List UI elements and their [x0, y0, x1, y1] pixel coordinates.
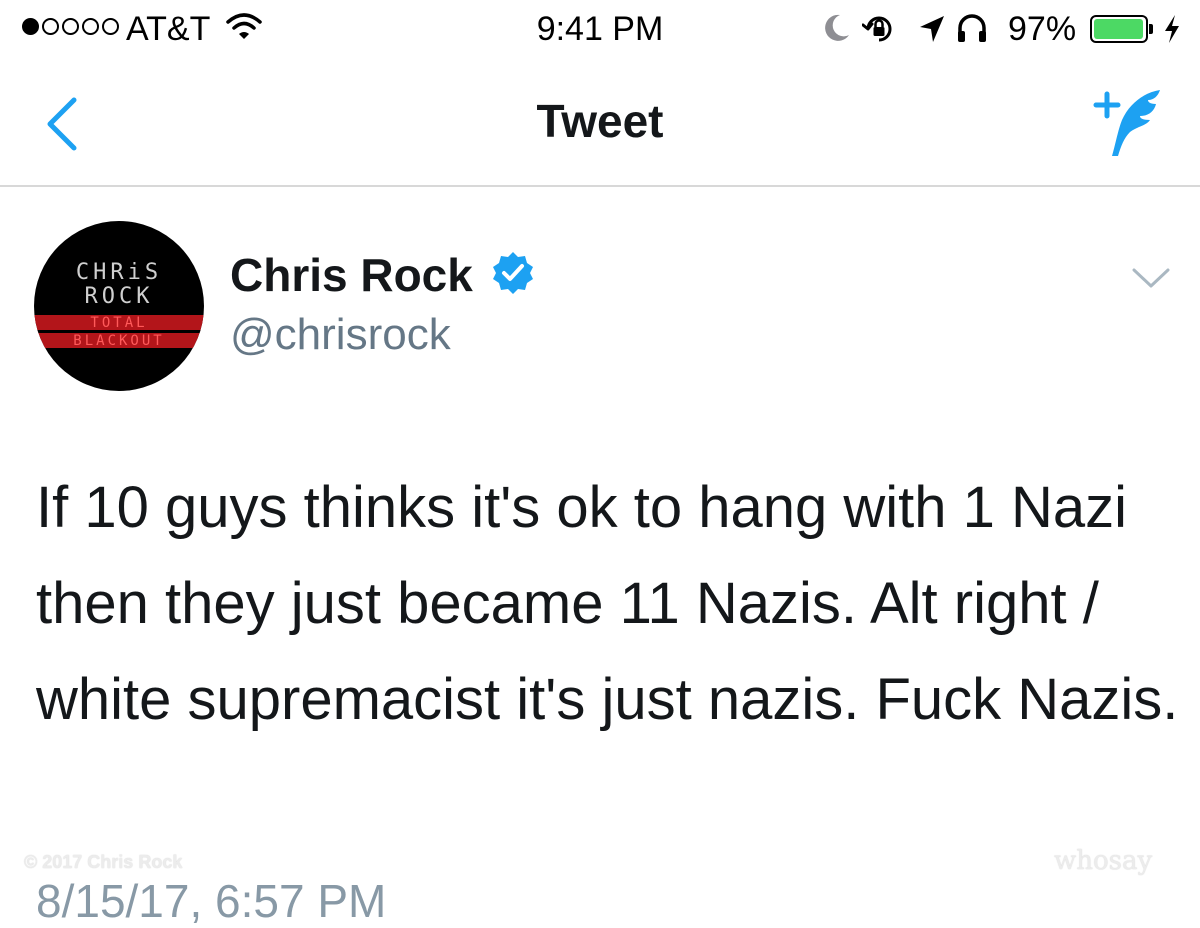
avatar-text: ROCK	[84, 284, 154, 309]
tweet-timestamp: 8/15/17, 6:57 PM	[36, 875, 387, 927]
rotation-lock-icon	[861, 12, 896, 51]
compose-tweet-button[interactable]	[1090, 86, 1170, 160]
verified-badge-icon	[490, 250, 536, 301]
moon-icon	[823, 13, 851, 48]
page-title: Tweet	[536, 95, 664, 147]
battery-percentage: 97%	[1008, 10, 1077, 48]
battery-terminal	[1149, 24, 1153, 34]
tweet-options-button[interactable]	[1130, 262, 1172, 294]
headphones-icon	[956, 13, 988, 48]
avatar-text: CHRiS	[75, 260, 163, 285]
author-handle[interactable]: @chrisrock	[230, 310, 451, 360]
chevron-down-icon	[1132, 268, 1170, 288]
author-display-name[interactable]: Chris Rock	[230, 248, 473, 302]
navigation-bar: Tweet	[0, 62, 1200, 187]
avatar-text: TOTAL	[90, 315, 148, 331]
avatar[interactable]: CHRiS ROCK TOTAL BLACKOUT	[34, 221, 204, 391]
whosay-watermark: whosay	[1054, 846, 1153, 876]
copyright-watermark: © 2017 Chris Rock	[24, 852, 183, 872]
charging-bolt-icon	[1162, 14, 1182, 49]
tweet-text: If 10 guys thinks it's ok to hang with 1…	[36, 475, 1179, 732]
battery-level-fill	[1094, 19, 1143, 39]
compose-quill-icon	[1093, 90, 1160, 156]
battery-icon	[1090, 15, 1148, 43]
location-arrow-icon	[918, 14, 946, 49]
status-bar: AT&T 9:41 PM 97%	[0, 0, 1200, 62]
avatar-text: BLACKOUT	[73, 333, 165, 349]
